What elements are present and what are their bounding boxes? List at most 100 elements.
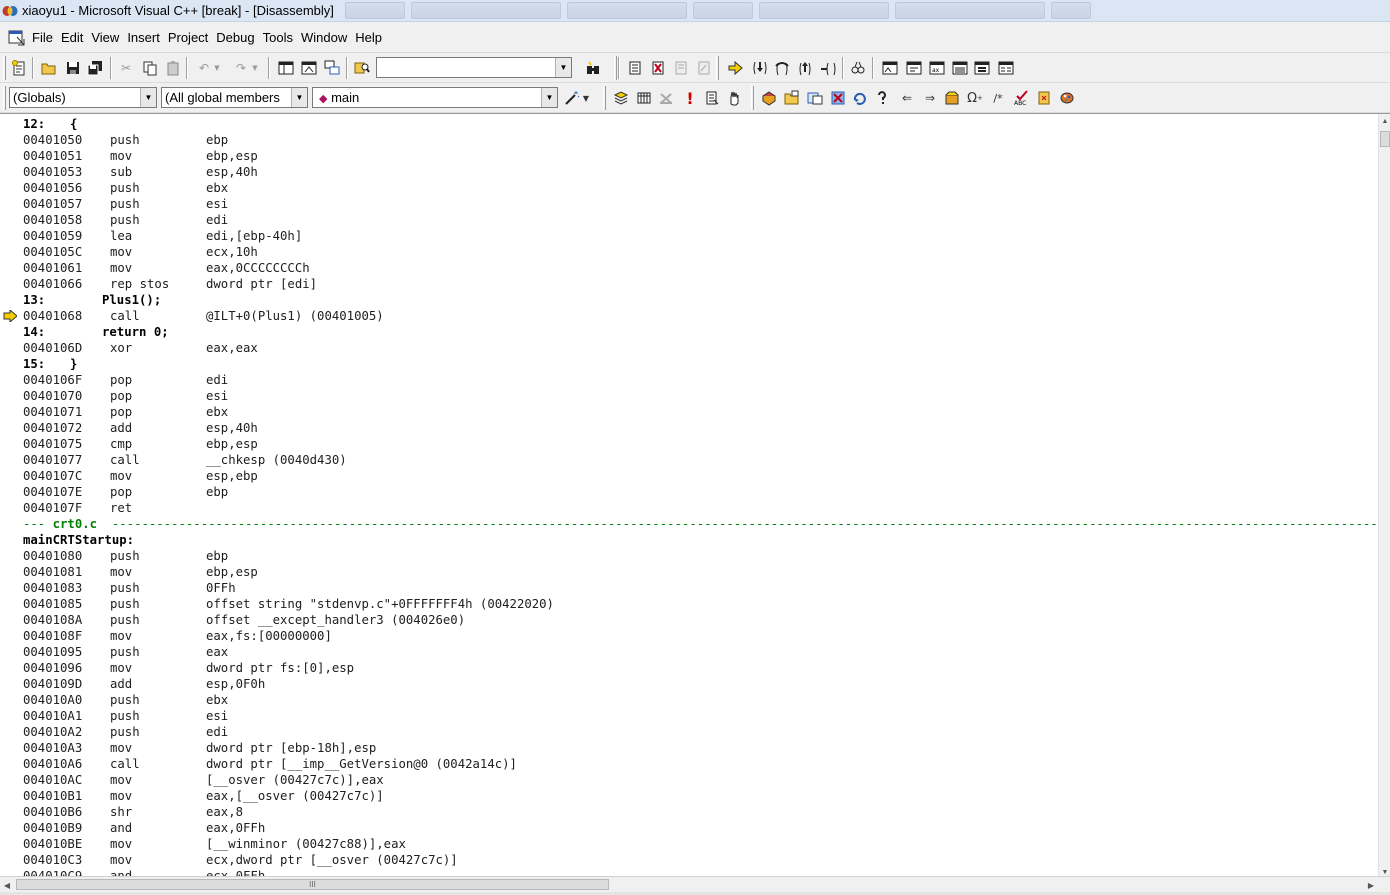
watch-window-icon[interactable] [880,58,900,78]
toolbar-grip[interactable] [603,86,606,110]
save-all-icon[interactable] [85,58,105,78]
asm-line[interactable]: 00401083 push 0FFh [0,580,1378,596]
open-workspace-icon[interactable] [782,88,802,108]
asm-line[interactable]: 0040107C mov esp,ebp [0,468,1378,484]
toolbar-grip[interactable] [614,56,617,80]
step-into-icon[interactable] [750,58,770,78]
chevron-down-icon[interactable]: ▼ [140,88,156,107]
build-mini-icon[interactable] [611,88,631,108]
asm-line[interactable]: 00401058 push edi [0,212,1378,228]
asm-line[interactable]: 00401057 push esi [0,196,1378,212]
toolbar-grip[interactable] [751,86,754,110]
refresh-icon[interactable] [850,88,870,108]
asm-line[interactable]: 00401085 push offset string "stdenvp.c"+0F… [0,596,1378,612]
asm-line[interactable]: 004010B6 shr eax,8 [0,804,1378,820]
class-wizard-icon[interactable] [759,88,779,108]
asm-line[interactable]: 00401075 cmp ebp,esp [0,436,1378,452]
asm-line[interactable]: 004010C3 mov ecx,dword ptr [__osver (00427… [0,852,1378,868]
wizard-action-icon[interactable] [562,88,582,108]
palette-icon[interactable] [1057,88,1077,108]
exclamation-icon[interactable]: ! [680,88,700,108]
spell-check-icon[interactable]: ABC [1011,88,1031,108]
asm-line[interactable]: 00401053 sub esp,40h [0,164,1378,180]
asm-line[interactable]: 004010A2 push edi [0,724,1378,740]
asm-line[interactable]: 00401050 push ebp [0,132,1378,148]
call-stack-window-icon[interactable] [972,58,992,78]
menu-edit[interactable]: Edit [57,28,87,48]
open-folder-icon[interactable] [39,58,59,78]
asm-line[interactable]: 004010A1 push esi [0,708,1378,724]
horizontal-scrollbar[interactable]: ◀ III ▶ [0,876,1390,892]
asm-line[interactable]: 00401051 mov ebp,esp [0,148,1378,164]
question-icon[interactable] [872,88,892,108]
menu-insert[interactable]: Insert [123,28,164,48]
menu-view[interactable]: View [87,28,123,48]
menu-debug[interactable]: Debug [212,28,258,48]
redo-icon[interactable]: ↷ [231,58,251,78]
source-line[interactable]: 14: return 0; [0,324,1378,340]
scroll-left-icon[interactable]: ◀ [0,877,14,893]
find-combo[interactable]: ▼ [376,57,572,78]
compile-icon[interactable] [625,58,645,78]
menu-window[interactable]: Window [297,28,351,48]
asm-line[interactable]: 004010A0 push ebx [0,692,1378,708]
disassembly-editor[interactable]: 12:{00401050 push ebp 00401051 mov ebp,esp 004… [0,113,1390,878]
asm-line[interactable]: 00401066 rep stos dword ptr [edi] [0,276,1378,292]
asm-line[interactable]: 004010BE mov [__winminor (00427c88)],eax [0,836,1378,852]
build-icon[interactable] [648,58,668,78]
output-window-icon[interactable] [299,58,319,78]
asm-line[interactable]: 00401081 mov ebp,esp [0,564,1378,580]
document-window-icon[interactable] [8,30,26,46]
asm-line[interactable]: 0040109D add esp,0F0h [0,676,1378,692]
arrow-left-icon[interactable]: ⇐ [897,88,917,108]
search-binoculars-icon[interactable] [583,58,603,78]
stop-build-icon[interactable] [671,58,691,78]
menu-tools[interactable]: Tools [259,28,297,48]
registers-window-icon[interactable]: ax [927,58,947,78]
asm-line[interactable]: 004010B1 mov eax,[__osver (00427c7c)] [0,788,1378,804]
asm-line[interactable]: 00401056 push ebx [0,180,1378,196]
redo-dropdown-icon[interactable]: ▼ [250,58,260,78]
toolbar-grip[interactable] [3,86,6,110]
asm-line[interactable]: 00401071 pop ebx [0,404,1378,420]
chevron-down-icon[interactable]: ▼ [541,88,557,107]
stop-mini-icon[interactable] [656,88,676,108]
asm-line[interactable]: 0040108A push offset __except_handler3 (00… [0,612,1378,628]
comment-icon[interactable]: /* [988,88,1008,108]
disassembly-window-icon[interactable] [996,58,1016,78]
asm-line[interactable]: 0040108F mov eax,fs:[00000000] [0,628,1378,644]
current-instruction-line[interactable]: 00401068 call @ILT+0(Plus1) (00401005) [0,308,1378,324]
save-icon[interactable] [63,58,83,78]
step-out-icon[interactable] [795,58,815,78]
scroll-right-icon[interactable]: ▶ [1364,877,1378,893]
asm-line[interactable]: 00401072 add esp,40h [0,420,1378,436]
toolbar-grip[interactable] [716,56,719,80]
undo-dropdown-icon[interactable]: ▼ [212,58,222,78]
asm-line[interactable]: 00401070 pop esi [0,388,1378,404]
subscript-icon[interactable]: Ω + [965,88,985,108]
insert-breakpoint-icon[interactable] [702,88,722,108]
new-text-file-icon[interactable] [9,58,29,78]
execute-icon[interactable] [694,58,714,78]
asm-line[interactable]: 004010A6 call dword ptr [__imp__GetVersion… [0,756,1378,772]
source-line[interactable]: 12: { [0,116,1378,132]
menu-file[interactable]: File [28,28,57,48]
asm-line[interactable]: 00401096 mov dword ptr fs:[0],esp [0,660,1378,676]
add-to-project-icon[interactable] [805,88,825,108]
asm-line[interactable]: 00401061 mov eax,0CCCCCCCCh [0,260,1378,276]
asm-line[interactable]: 004010AC mov [__osver (00427c7c)],eax [0,772,1378,788]
toolbar-grip[interactable] [3,56,6,80]
paste-icon[interactable] [163,58,183,78]
asm-line[interactable]: 0040105C mov ecx,10h [0,244,1378,260]
menu-help[interactable]: Help [351,28,386,48]
asm-line[interactable]: 00401095 push eax [0,644,1378,660]
asm-line[interactable]: 00401077 call __chkesp (0040d430) [0,452,1378,468]
horizontal-scroll-thumb[interactable]: III [16,879,609,890]
workspace-window-icon[interactable] [276,58,296,78]
vertical-scrollbar[interactable]: ▲ ▼ [1378,114,1390,878]
asm-line[interactable]: 0040106D xor eax,eax [0,340,1378,356]
asm-line[interactable]: 00401080 push ebp [0,548,1378,564]
copy-icon[interactable] [140,58,160,78]
quick-watch-icon[interactable] [848,58,868,78]
source-browser-icon[interactable] [828,88,848,108]
